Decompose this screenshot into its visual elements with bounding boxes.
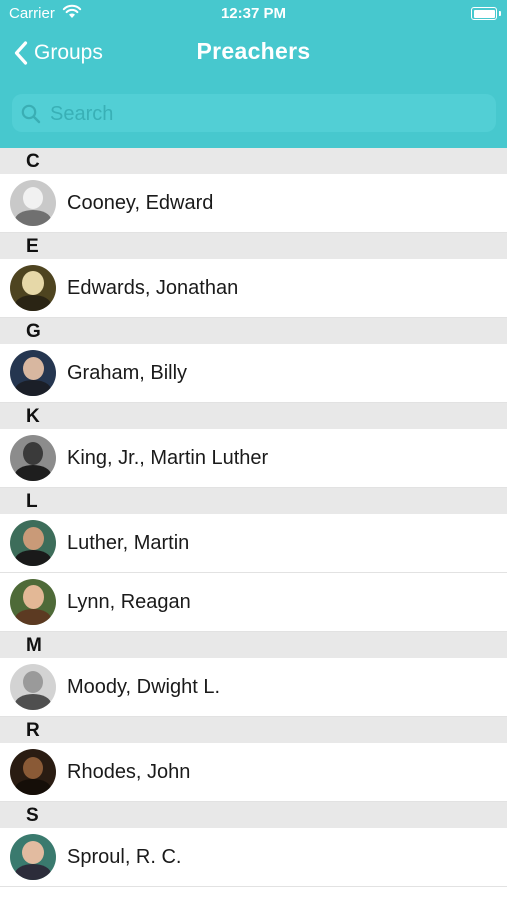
section-letter: S <box>26 805 39 826</box>
section-header-r: R <box>0 717 507 743</box>
preacher-name: Sproul, R. C. <box>67 846 182 868</box>
avatar <box>10 749 56 795</box>
preacher-name: Graham, Billy <box>67 362 188 384</box>
list-item[interactable]: Luther, Martin <box>0 514 507 573</box>
section-letter: R <box>26 720 40 741</box>
section-header-l: L <box>0 488 507 514</box>
preacher-name: Moody, Dwight L. <box>67 676 221 698</box>
section-header-s: S <box>0 802 507 828</box>
avatar <box>10 350 56 396</box>
avatar <box>10 265 56 311</box>
section-letter: L <box>26 491 38 512</box>
section-header-k: K <box>0 403 507 429</box>
list-item[interactable]: Edwards, Jonathan <box>0 259 507 318</box>
avatar <box>10 664 56 710</box>
preacher-name: Rhodes, John <box>67 761 191 783</box>
preacher-name: Luther, Martin <box>67 532 190 554</box>
list-item[interactable]: Moody, Dwight L. <box>0 658 507 717</box>
section-letter: M <box>26 635 42 656</box>
clock-label: 12:37 PM <box>220 5 287 22</box>
preacher-name: Lynn, Reagan <box>67 591 191 613</box>
preacher-name: Cooney, Edward <box>67 192 214 214</box>
row-divider <box>0 886 507 887</box>
preacher-name: King, Jr., Martin Luther <box>67 447 269 469</box>
search-bar[interactable] <box>12 94 496 132</box>
list-item[interactable]: Sproul, R. C. <box>0 828 507 887</box>
preachers-list: C Cooney, Edward E Edwards, Jonathan G G… <box>0 148 507 887</box>
preacher-name: Edwards, Jonathan <box>67 277 239 299</box>
page-title: Preachers <box>196 38 311 64</box>
battery-icon <box>471 7 501 20</box>
list-item[interactable]: Lynn, Reagan <box>0 573 507 632</box>
avatar <box>10 180 56 226</box>
section-header-e: E <box>0 233 507 259</box>
list-item[interactable]: Rhodes, John <box>0 743 507 802</box>
list-item[interactable]: King, Jr., Martin Luther <box>0 429 507 488</box>
section-letter: E <box>26 236 39 257</box>
avatar <box>10 834 56 880</box>
list-item[interactable]: Graham, Billy <box>0 344 507 403</box>
section-header-g: G <box>0 318 507 344</box>
section-header-m: M <box>0 632 507 658</box>
avatar <box>10 435 56 481</box>
avatar <box>10 579 56 625</box>
status-bar: Carrier 12:37 PM <box>0 0 507 28</box>
avatar <box>10 520 56 566</box>
section-header-c: C <box>0 148 507 174</box>
navigation-header: Carrier 12:37 PM Groups Preachers <box>0 0 507 148</box>
search-input[interactable] <box>48 98 482 130</box>
nav-bar: Groups Preachers <box>0 30 507 76</box>
section-letter: C <box>26 151 40 172</box>
section-letter: K <box>26 406 40 427</box>
section-letter: G <box>26 321 41 342</box>
list-item[interactable]: Cooney, Edward <box>0 174 507 233</box>
